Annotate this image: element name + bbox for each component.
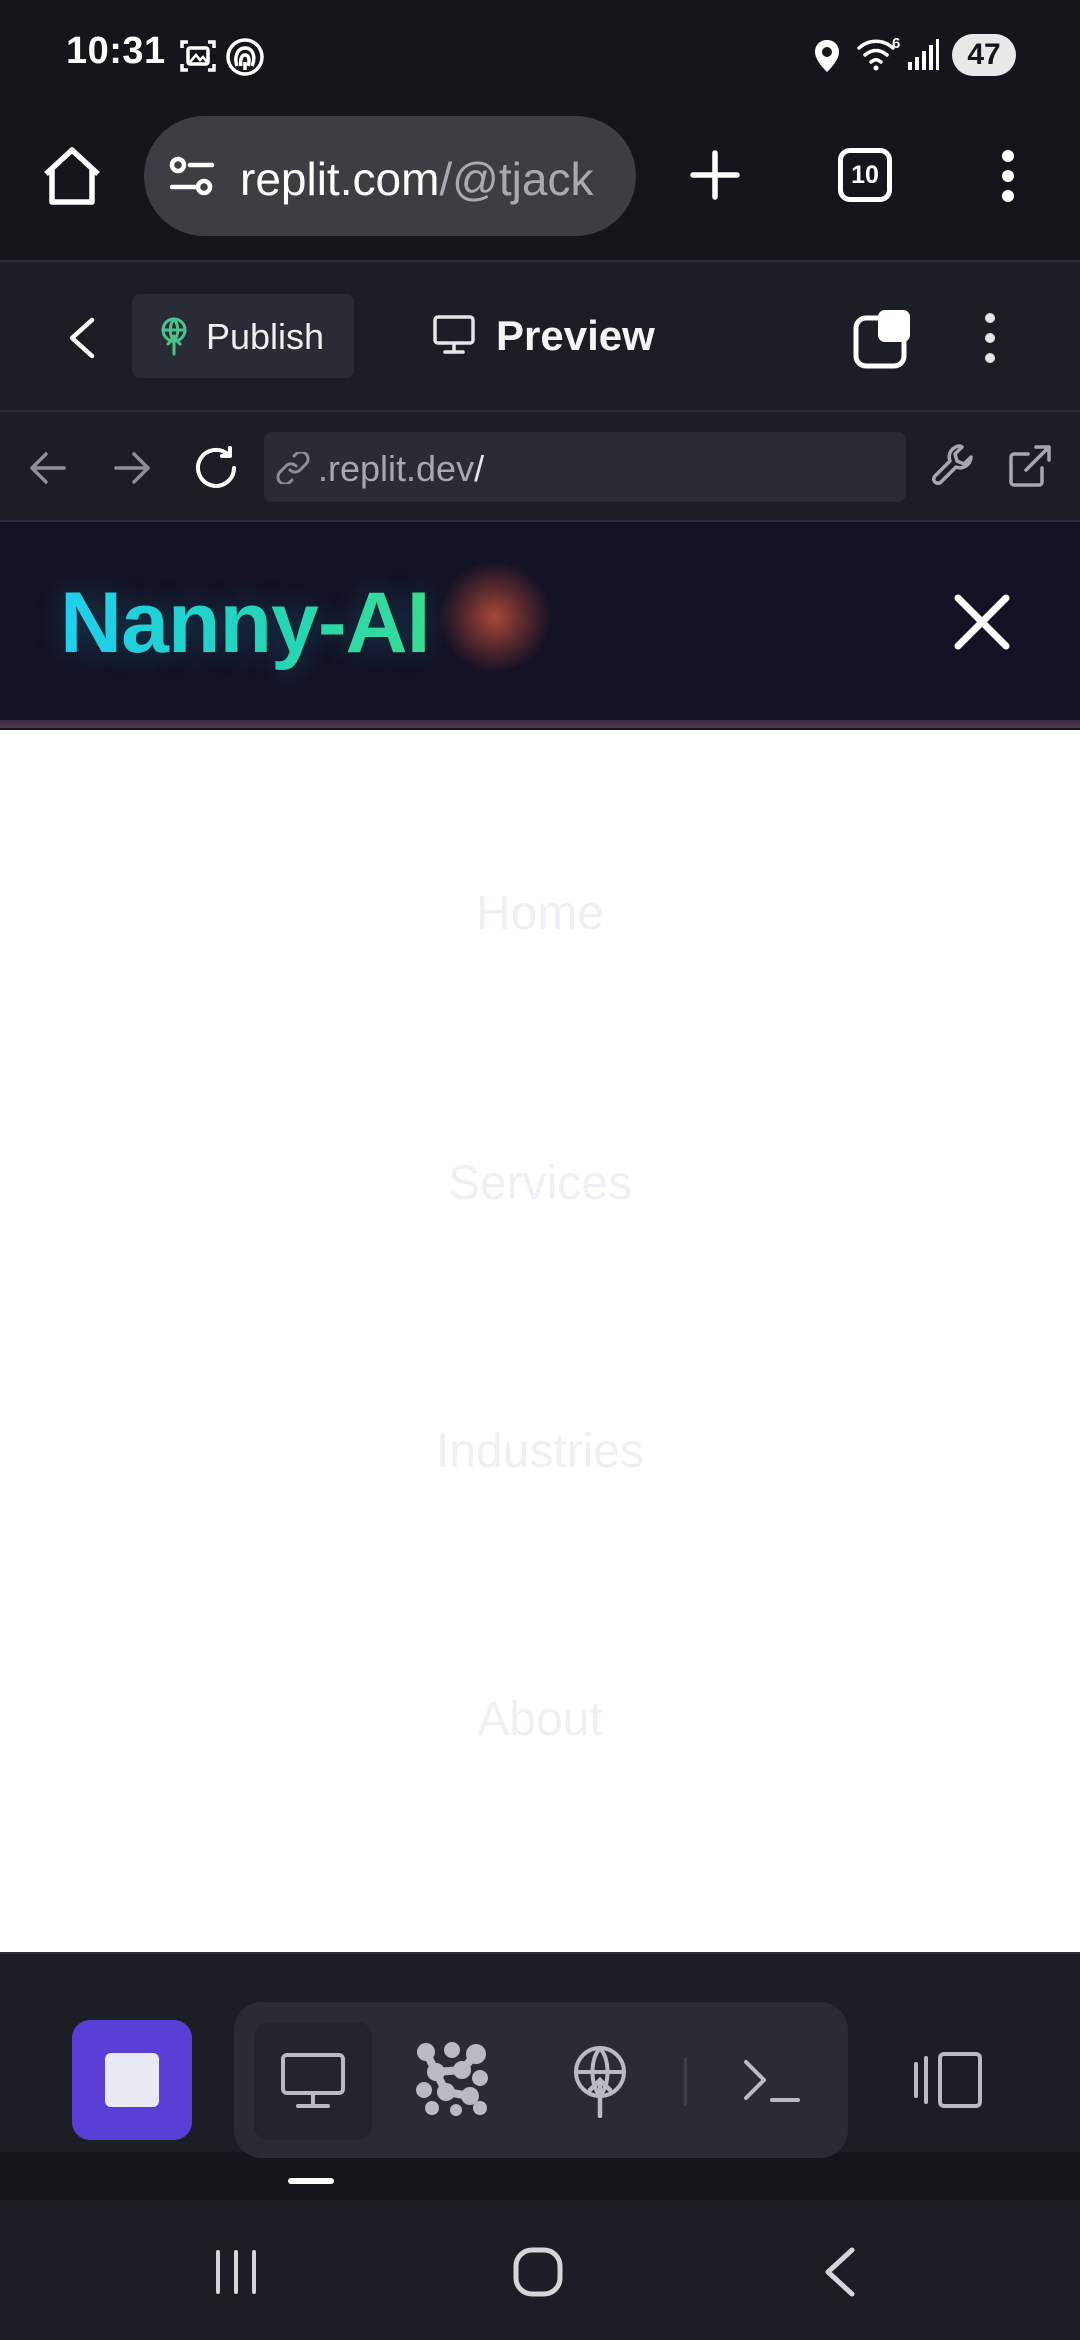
arrow-back-icon[interactable] (28, 450, 68, 486)
site-header: Nanny-AI (0, 522, 1080, 722)
panels-icon[interactable] (912, 2050, 984, 2110)
dock-preview-button[interactable] (254, 2022, 372, 2140)
menu-item-services[interactable]: Services (0, 1156, 1080, 1211)
screenshot-icon (178, 36, 218, 76)
agent-icon[interactable] (414, 2040, 490, 2116)
signal-icon (906, 38, 940, 72)
arrow-forward-icon[interactable] (112, 450, 152, 486)
dock-tool-group (234, 2002, 848, 2158)
new-tab-icon[interactable] (690, 150, 740, 200)
android-navigation-bar (0, 2200, 1080, 2340)
home-nav-icon[interactable] (512, 2246, 564, 2298)
site-logo[interactable]: Nanny-AI (60, 574, 430, 673)
location-icon (812, 38, 842, 74)
monitor-icon (280, 2052, 346, 2110)
menu-item-industries[interactable]: Industries (0, 1424, 1080, 1479)
close-icon[interactable] (952, 592, 1012, 652)
publish-label: Publish (206, 316, 325, 357)
dock-divider (684, 2058, 687, 2106)
svg-text:6: 6 (892, 35, 900, 52)
replit-more-icon[interactable] (980, 310, 1000, 366)
replit-dock (0, 1952, 1080, 2158)
decorative-glow (440, 562, 550, 672)
preview-monitor-icon (432, 314, 476, 356)
shell-icon[interactable] (742, 2056, 802, 2106)
webview-url-text: .replit.dev/ (318, 448, 485, 489)
site-info-icon[interactable] (168, 154, 216, 198)
preview-tab[interactable]: Preview (496, 312, 655, 360)
back-nav-icon[interactable] (822, 2246, 858, 2298)
wrench-icon[interactable] (930, 442, 978, 488)
browser-toolbar: replit.com/@tjack 10 (0, 110, 1080, 260)
reload-icon[interactable] (194, 446, 240, 490)
more-icon[interactable] (998, 148, 1018, 204)
recent-apps-icon[interactable] (212, 2248, 260, 2296)
battery-indicator: 47 (952, 34, 1016, 76)
webview-url-field[interactable]: .replit.dev/ (264, 432, 906, 502)
address-bar[interactable]: replit.com/@tjack (144, 116, 636, 236)
status-time: 10:31 (66, 30, 166, 72)
home-icon[interactable] (40, 146, 104, 206)
multi-window-icon[interactable] (852, 306, 916, 370)
site-menu: Home Services Industries About (0, 730, 1080, 1952)
deployments-icon[interactable] (570, 2046, 630, 2118)
header-divider (0, 720, 1080, 728)
stop-button[interactable] (72, 2020, 192, 2140)
back-chevron-icon[interactable] (66, 316, 98, 360)
tab-switcher-icon[interactable]: 10 (838, 148, 892, 202)
address-text: replit.com/@tjack (240, 153, 594, 205)
publish-icon (158, 316, 190, 356)
link-icon (276, 452, 310, 484)
open-external-icon[interactable] (1008, 444, 1052, 488)
replit-header: Publish Preview (0, 260, 1080, 412)
webview-navigation: .replit.dev/ (0, 412, 1080, 522)
status-bar: 10:31 6 47 (0, 0, 1080, 110)
menu-item-about[interactable]: About (0, 1692, 1080, 1747)
hotspot-icon (224, 36, 266, 78)
publish-button[interactable]: Publish (132, 294, 354, 378)
stop-icon (105, 2053, 159, 2107)
active-tab-indicator (288, 2178, 334, 2184)
wifi-icon: 6 (856, 34, 902, 74)
menu-item-home[interactable]: Home (0, 886, 1080, 941)
